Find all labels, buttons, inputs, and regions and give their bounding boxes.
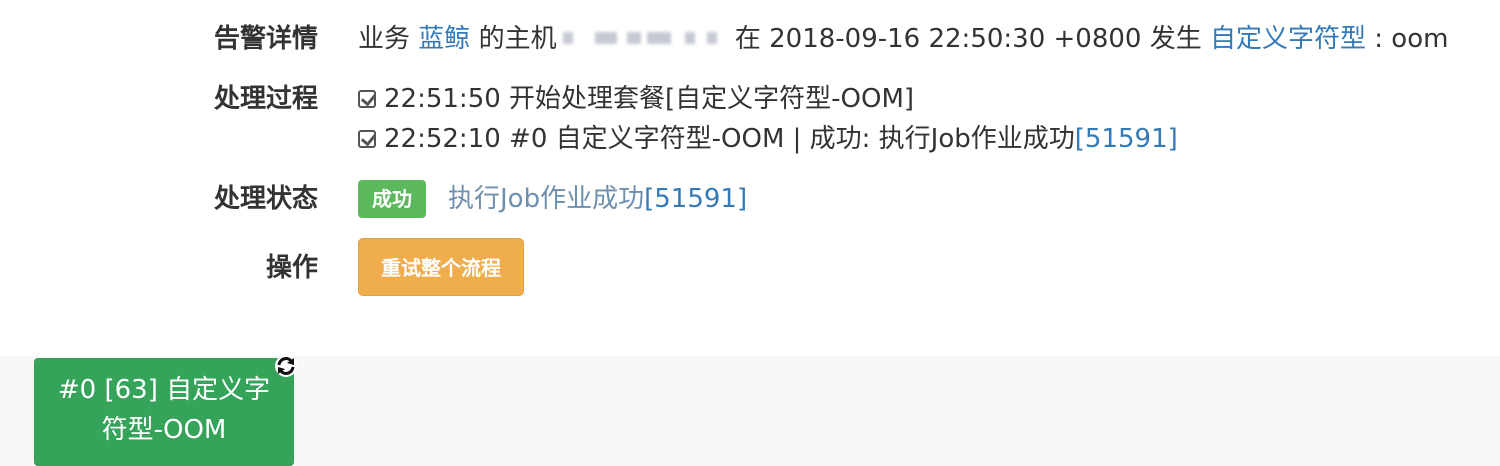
status-content: 成功 执行Job作业成功[51591] — [358, 179, 747, 219]
alert-details-content: 业务 蓝鲸 的主机 在 2018-09-16 22:50:30 +0800 发生… — [358, 19, 1448, 59]
host-prefix: 的主机 — [478, 24, 557, 54]
status-badge: 成功 — [358, 180, 426, 218]
business-name-link[interactable]: 蓝鲸 — [418, 24, 470, 54]
process-step: 22:51:50 开始处理套餐[自定义字符型-OOM] — [358, 79, 1178, 119]
alert-detail-page: 告警详情 业务 蓝鲸 的主机 在 2018-09-16 22:50:30 +08… — [0, 0, 1500, 466]
process-step: 22:52:10 #0 自定义字符型-OOM | 成功: 执行Job作业成功[5… — [358, 119, 1178, 159]
operation-label: 操作 — [265, 253, 318, 283]
status-job-id-link[interactable]: [51591] — [644, 184, 747, 214]
process-step-text: 22:52:10 #0 自定义字符型-OOM | 成功: 执行Job作业成功 — [384, 124, 1075, 154]
alert-suffix: : oom — [1374, 24, 1449, 54]
check-square-icon — [358, 90, 376, 108]
flow-node-subtitle: 符型-OOM — [101, 415, 227, 445]
operation-content: 重试整个流程 — [358, 238, 524, 296]
process-step-text: 22:51:50 开始处理套餐[自定义字符型-OOM] — [384, 84, 915, 114]
business-prefix: 业务 — [358, 24, 411, 54]
host-ip-redacted — [557, 26, 727, 50]
retry-flow-button[interactable]: 重试整个流程 — [358, 238, 524, 296]
status-message[interactable]: 执行Job作业成功 — [448, 184, 644, 214]
occurred-text: 在 2018-09-16 22:50:30 +0800 发生 — [734, 24, 1202, 54]
alert-type-link[interactable]: 自定义字符型 — [1210, 24, 1366, 54]
process-label: 处理过程 — [213, 84, 318, 114]
process-steps: 22:51:50 开始处理套餐[自定义字符型-OOM] 22:52:10 #0 … — [358, 79, 1178, 159]
status-label: 处理状态 — [213, 184, 318, 214]
refresh-icon[interactable] — [274, 354, 298, 378]
flow-node-title: #0 [63] 自定义字 — [57, 375, 271, 405]
flow-node[interactable]: #0 [63] 自定义字 符型-OOM — [34, 358, 294, 466]
alert-details-label: 告警详情 — [213, 24, 318, 54]
job-id-link[interactable]: [51591] — [1075, 124, 1178, 154]
check-square-icon — [358, 130, 376, 148]
